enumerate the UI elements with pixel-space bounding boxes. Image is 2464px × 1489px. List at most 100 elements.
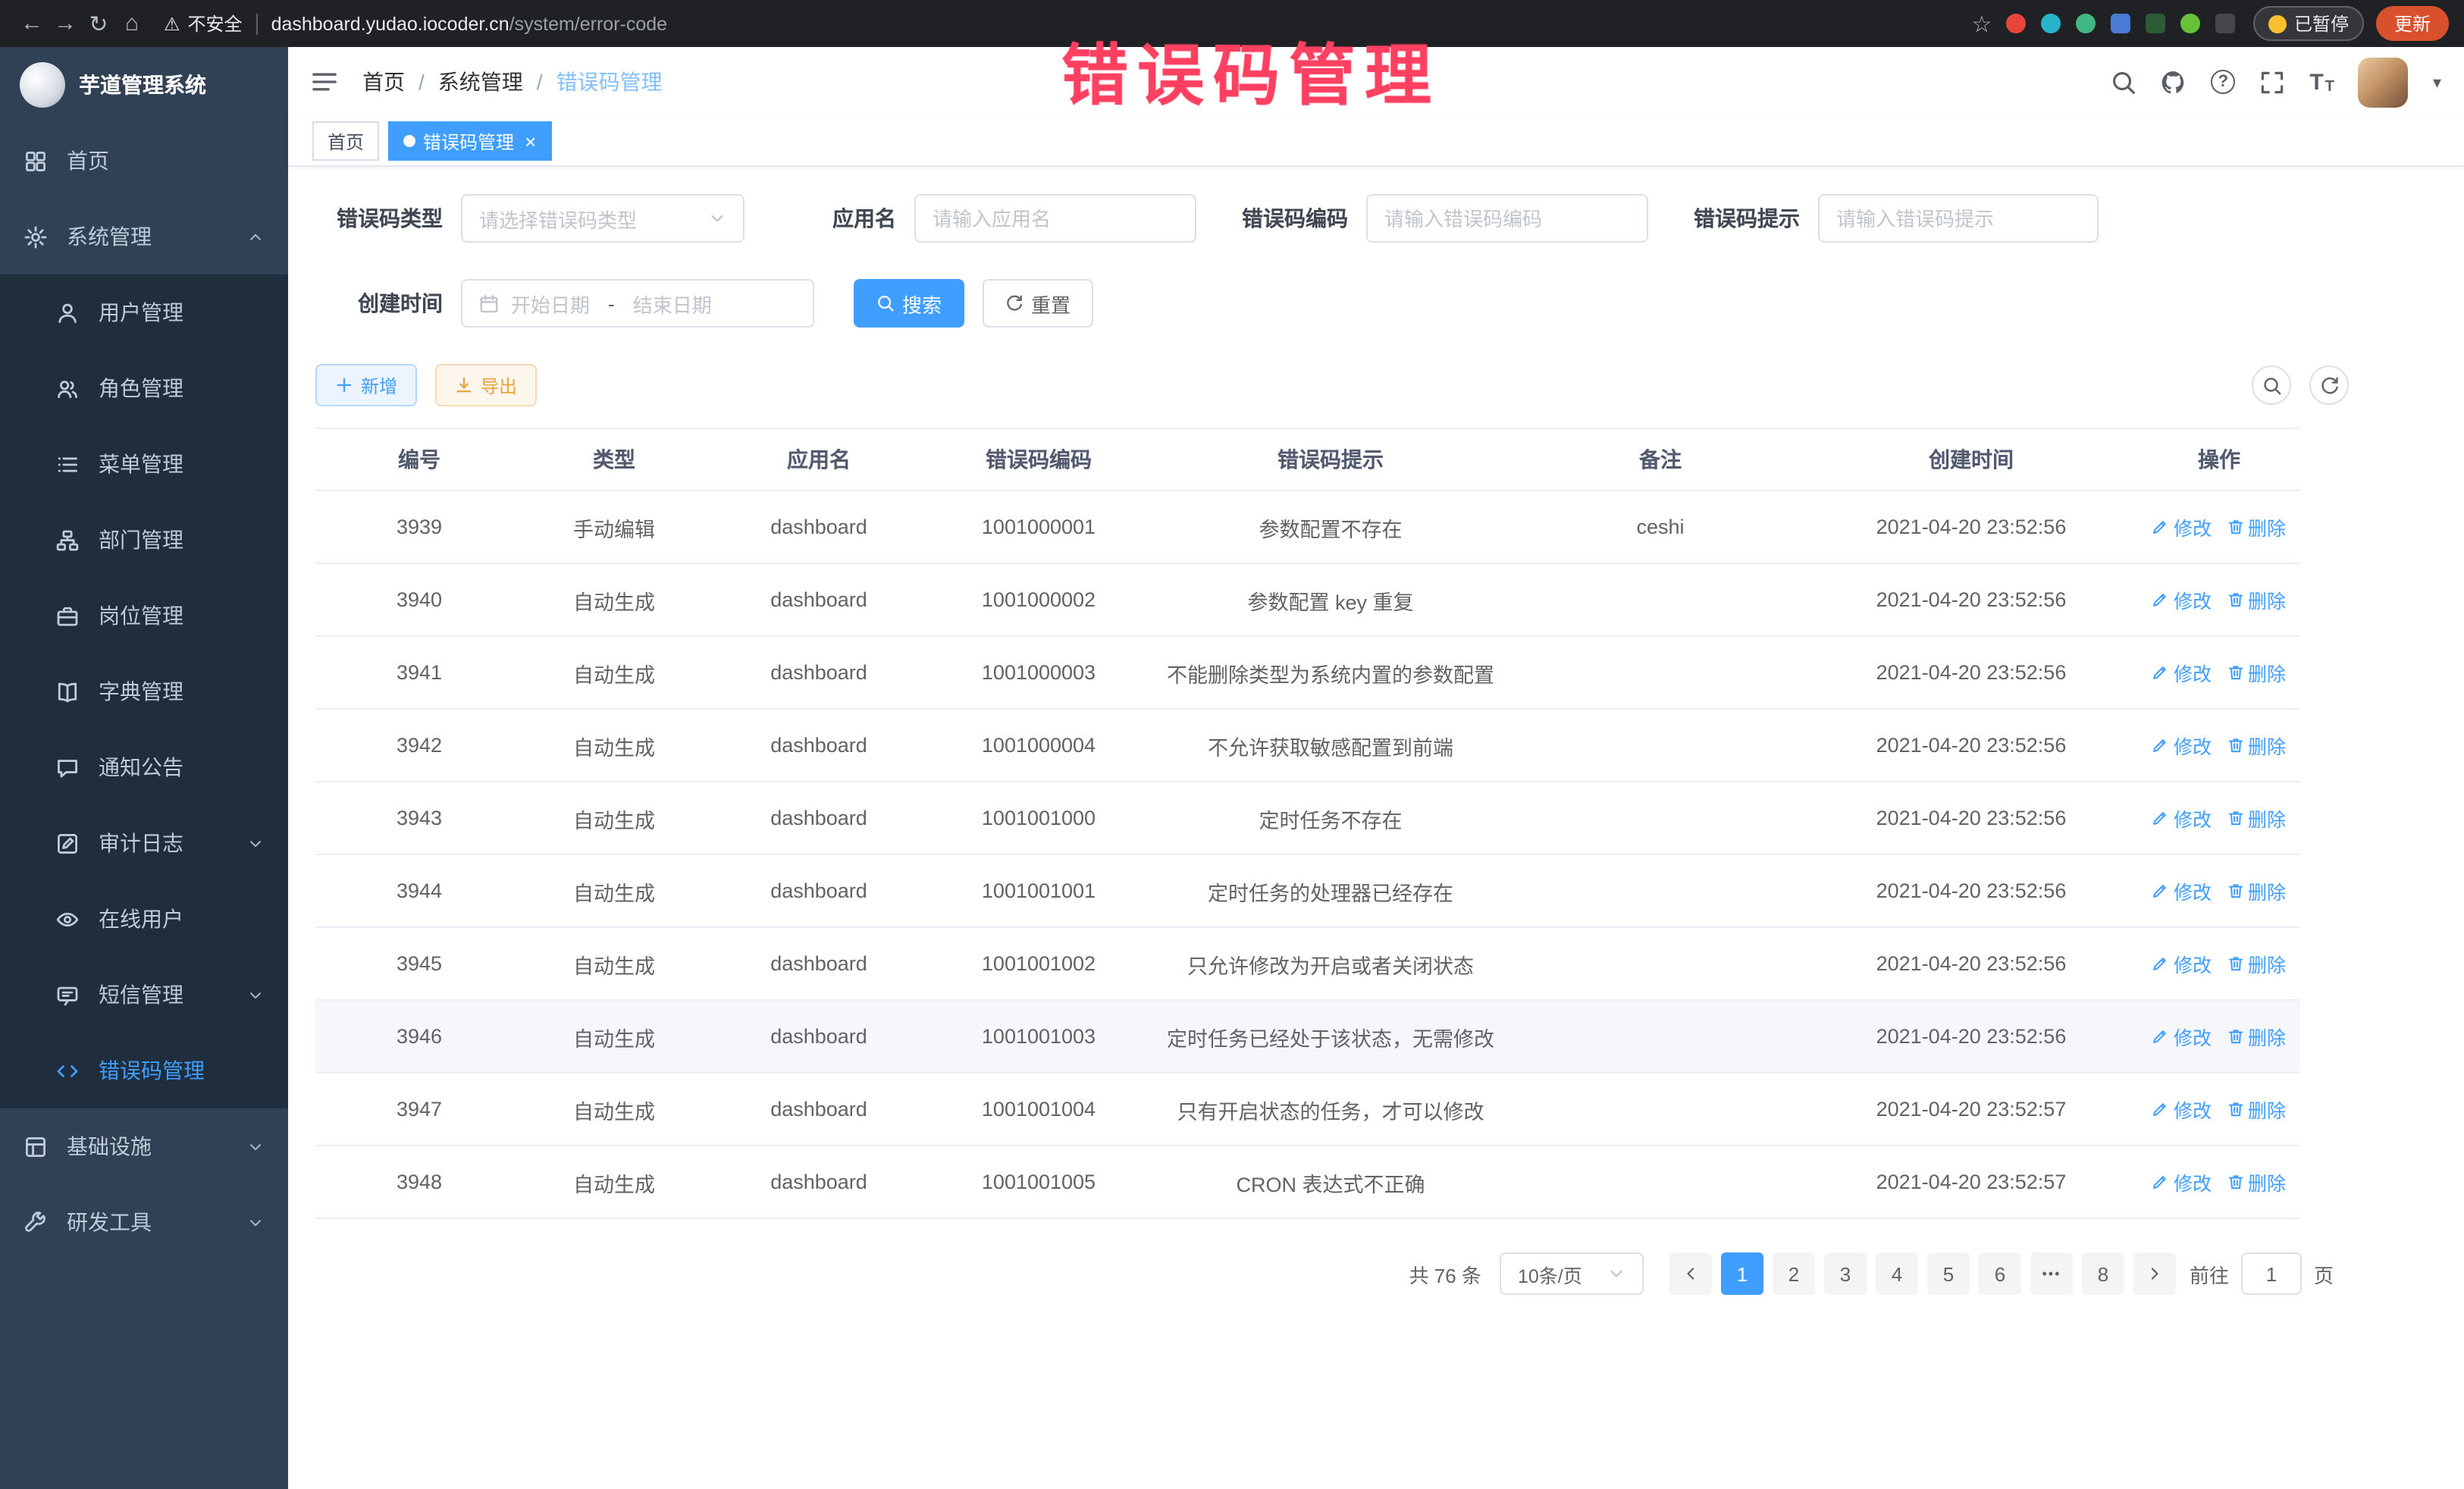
- refresh-table-button[interactable]: [2309, 365, 2349, 405]
- next-page-button[interactable]: [2133, 1252, 2176, 1295]
- extension-grid-icon[interactable]: [2111, 14, 2130, 33]
- delete-link[interactable]: 删除: [2227, 1022, 2286, 1051]
- sidebar-item[interactable]: 审计日志: [0, 805, 288, 881]
- caret-down-icon[interactable]: ▾: [2433, 72, 2441, 92]
- breadcrumb-item-home[interactable]: 首页: [362, 67, 405, 97]
- add-button[interactable]: 新增: [315, 364, 417, 406]
- delete-link[interactable]: 删除: [2227, 876, 2286, 905]
- date-range-picker[interactable]: 开始日期 - 结束日期: [461, 279, 814, 328]
- home-icon[interactable]: ⌂: [115, 11, 149, 36]
- edit-link[interactable]: 修改: [2152, 876, 2212, 905]
- sidebar-item[interactable]: 岗位管理: [0, 578, 288, 654]
- pager-page-3[interactable]: 3: [1824, 1252, 1867, 1295]
- sidebar-item[interactable]: 角色管理: [0, 350, 288, 426]
- extension-leaf-icon[interactable]: [2180, 14, 2200, 33]
- user-avatar[interactable]: [2359, 57, 2409, 107]
- logo[interactable]: 芋道管理系统: [0, 47, 288, 123]
- delete-link[interactable]: 删除: [2227, 658, 2286, 687]
- delete-link[interactable]: 删除: [2227, 731, 2286, 760]
- delete-link[interactable]: 删除: [2227, 1168, 2286, 1196]
- github-icon[interactable]: [2161, 69, 2187, 95]
- delete-link[interactable]: 删除: [2227, 1095, 2286, 1124]
- breadcrumb-item-system[interactable]: 系统管理: [438, 67, 523, 97]
- edit-link[interactable]: 修改: [2152, 513, 2212, 541]
- sidebar-item[interactable]: 短信管理: [0, 957, 288, 1033]
- pager-more-button[interactable]: •••: [2030, 1252, 2073, 1295]
- delete-link[interactable]: 删除: [2227, 804, 2286, 832]
- column-header: 编号: [315, 444, 523, 475]
- gear-icon: [24, 225, 47, 248]
- search-button[interactable]: 搜索: [854, 279, 964, 328]
- sidebar-item[interactable]: 系统管理: [0, 199, 288, 274]
- cell-hint: 只有开启状态的任务，才可以修改: [1145, 1094, 1516, 1124]
- prev-page-button[interactable]: [1669, 1252, 1712, 1295]
- extension-eyedropper-icon[interactable]: [2041, 14, 2061, 33]
- pager-page-8[interactable]: 8: [2082, 1252, 2124, 1295]
- sidebar-item[interactable]: 用户管理: [0, 274, 288, 350]
- error-hint-input[interactable]: [1818, 194, 2099, 243]
- chevron-down-icon: [247, 1214, 264, 1230]
- delete-link[interactable]: 删除: [2227, 585, 2286, 614]
- page-size-select[interactable]: 10条/页: [1500, 1252, 1644, 1295]
- error-code-input[interactable]: [1366, 194, 1648, 243]
- delete-link[interactable]: 删除: [2227, 513, 2286, 541]
- sidebar-item-label: 审计日志: [99, 828, 183, 858]
- sidebar-item[interactable]: 字典管理: [0, 654, 288, 729]
- extension-translate-icon[interactable]: [2146, 14, 2165, 33]
- edit-link[interactable]: 修改: [2152, 1095, 2212, 1124]
- column-header: 操作: [2138, 444, 2300, 475]
- back-icon[interactable]: ←: [15, 11, 49, 36]
- extension-adblock-icon[interactable]: [2006, 14, 2026, 33]
- search-icon[interactable]: [2111, 69, 2136, 95]
- app-name-input[interactable]: [914, 194, 1196, 243]
- toggle-search-button[interactable]: [2252, 365, 2291, 405]
- sidebar-item[interactable]: 基础设施: [0, 1108, 288, 1184]
- profile-chip[interactable]: 已暂停: [2253, 6, 2364, 41]
- edit-link[interactable]: 修改: [2152, 949, 2212, 978]
- column-header: 错误码编码: [933, 444, 1145, 475]
- tag-error-code[interactable]: 错误码管理 ×: [388, 121, 551, 161]
- sidebar-item[interactable]: 研发工具: [0, 1184, 288, 1260]
- security-indicator[interactable]: ⚠ 不安全: [164, 11, 243, 36]
- edit-link[interactable]: 修改: [2152, 585, 2212, 614]
- font-size-icon[interactable]: TT: [2309, 69, 2334, 95]
- filter-label: 错误码类型: [315, 203, 461, 234]
- edit-link[interactable]: 修改: [2152, 731, 2212, 760]
- pager-page-6[interactable]: 6: [1979, 1252, 2021, 1295]
- pager-page-2[interactable]: 2: [1773, 1252, 1815, 1295]
- goto-page-input[interactable]: [2241, 1252, 2302, 1295]
- hamburger-icon[interactable]: [311, 68, 338, 96]
- browser-chrome: ← → ↻ ⌂ ⚠ 不安全 dashboard.yudao.iocoder.cn…: [0, 0, 2464, 47]
- total-count: 共 76 条: [1409, 1259, 1481, 1288]
- bookmark-star-icon[interactable]: ☆: [1965, 10, 1998, 37]
- export-button[interactable]: 导出: [435, 364, 537, 406]
- reset-button[interactable]: 重置: [983, 279, 1093, 328]
- forward-icon[interactable]: →: [49, 11, 82, 36]
- sidebar-item[interactable]: 在线用户: [0, 881, 288, 957]
- org-tree-icon: [56, 528, 79, 551]
- close-icon[interactable]: ×: [525, 130, 536, 152]
- delete-link[interactable]: 删除: [2227, 949, 2286, 978]
- address-bar[interactable]: dashboard.yudao.iocoder.cn/system/error-…: [271, 13, 668, 34]
- cell-code: 1001000003: [933, 661, 1145, 684]
- pager-page-5[interactable]: 5: [1927, 1252, 1970, 1295]
- sidebar-item[interactable]: 菜单管理: [0, 426, 288, 502]
- extension-puzzle-icon[interactable]: [2215, 14, 2235, 33]
- reload-icon[interactable]: ↻: [82, 10, 115, 37]
- update-button[interactable]: 更新: [2376, 6, 2449, 41]
- edit-link[interactable]: 修改: [2152, 658, 2212, 687]
- sidebar-item[interactable]: 错误码管理: [0, 1033, 288, 1108]
- sidebar-item[interactable]: 部门管理: [0, 502, 288, 578]
- help-icon[interactable]: ?: [2211, 70, 2235, 94]
- pager-page-4[interactable]: 4: [1876, 1252, 1918, 1295]
- tag-home[interactable]: 首页: [312, 121, 379, 161]
- fullscreen-icon[interactable]: [2259, 69, 2285, 95]
- extension-vue-devtools-icon[interactable]: [2076, 14, 2096, 33]
- sidebar-item[interactable]: 首页: [0, 123, 288, 199]
- edit-link[interactable]: 修改: [2152, 1022, 2212, 1051]
- sidebar-item[interactable]: 通知公告: [0, 729, 288, 805]
- pager-page-1[interactable]: 1: [1721, 1252, 1763, 1295]
- error-type-select[interactable]: 请选择错误码类型: [461, 194, 745, 243]
- edit-link[interactable]: 修改: [2152, 804, 2212, 832]
- edit-link[interactable]: 修改: [2152, 1168, 2212, 1196]
